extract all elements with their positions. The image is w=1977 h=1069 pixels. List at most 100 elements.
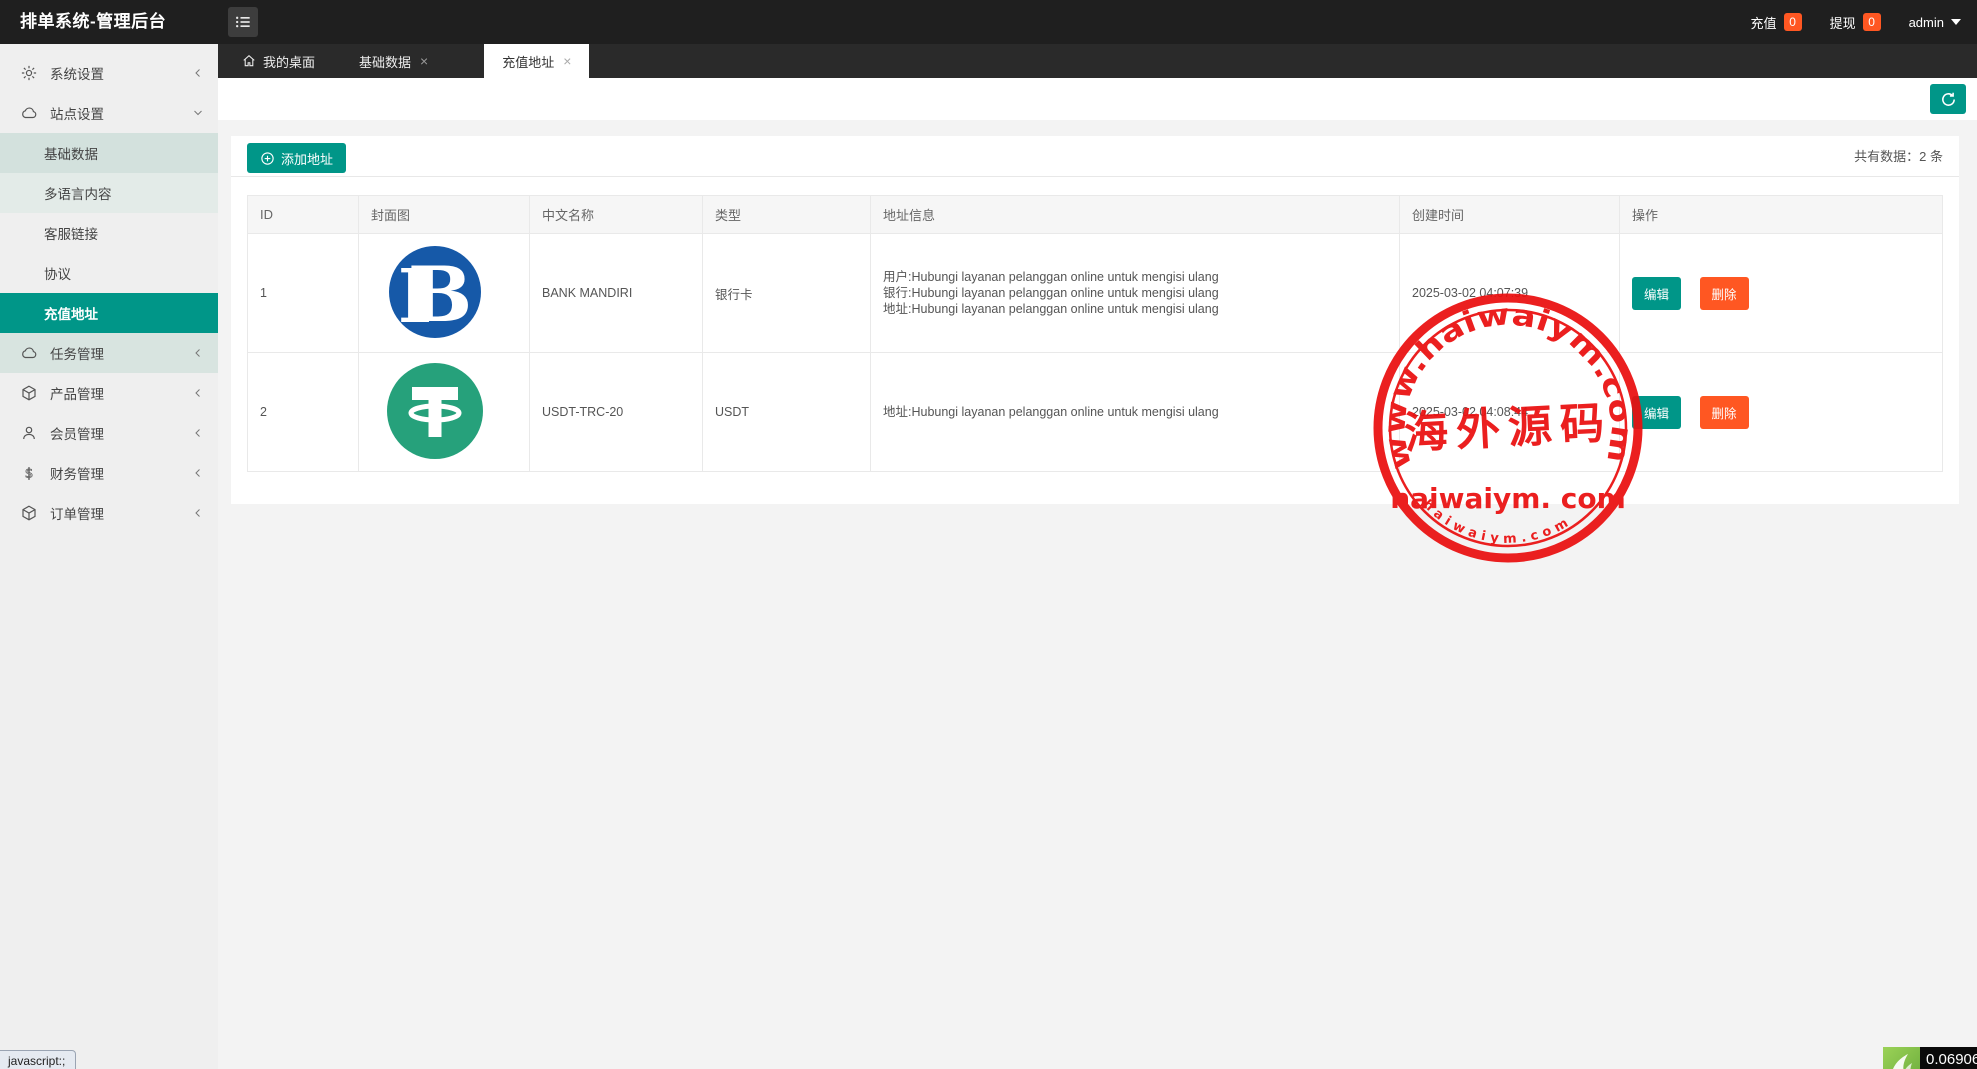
cell-name: BANK MANDIRI [530, 234, 703, 353]
home-icon [242, 54, 256, 68]
cloud-icon [20, 344, 38, 362]
sidebar-item-label: 产品管理 [50, 383, 192, 403]
cell-address: 地址:Hubungi layanan pelanggan online untu… [871, 353, 1400, 472]
top-bar: 排单系统-管理后台 充值 0 提现 0 admin [0, 0, 1977, 44]
sidebar-item-basic-data[interactable]: 基础数据 [0, 133, 218, 173]
username: admin [1909, 15, 1944, 30]
sidebar-item-system-settings[interactable]: 系统设置 [0, 53, 218, 93]
sidebar-item-agreement[interactable]: 协议 [0, 253, 218, 293]
recharge-count-badge: 0 [1784, 13, 1802, 31]
chevron-left-icon [192, 387, 204, 399]
table-row: 1 I B BANK MANDIRI 银行卡 用户:Hubungi layana… [248, 234, 1943, 353]
data-table: ID 封面图 中文名称 类型 地址信息 创建时间 操作 1 I [247, 195, 1943, 472]
chevron-left-icon [192, 67, 204, 79]
tab-my-desktop[interactable]: 我的桌面 [228, 44, 329, 78]
bank-indonesia-logo: I B [385, 242, 485, 342]
flame-icon [1883, 1047, 1920, 1069]
user-icon [20, 424, 38, 442]
refresh-icon [1940, 91, 1957, 108]
close-icon[interactable]: × [563, 54, 571, 68]
col-address: 地址信息 [871, 196, 1400, 234]
sidebar-item-order-management[interactable]: 订单管理 [0, 493, 218, 533]
sidebar-item-finance-management[interactable]: $ 财务管理 [0, 453, 218, 493]
tether-logo [385, 361, 485, 461]
tab-label: 充值地址 [502, 52, 554, 71]
sidebar-item-label: 协议 [44, 263, 71, 283]
cell-created: 2025-03-02 04:08:44 [1400, 353, 1620, 472]
sidebar: 系统设置 站点设置 基础数据 多语言内容 客服链接 协议 充值地址 任务管理 产… [0, 44, 218, 1069]
address-line: 地址:Hubungi layanan pelanggan online untu… [883, 301, 1399, 317]
panel-header: 添加地址 共有数据：2 条 [231, 136, 1959, 177]
cell-cover [359, 353, 530, 472]
cube-icon [20, 504, 38, 522]
toolbar-strip [218, 78, 1977, 120]
withdraw-label: 提现 [1830, 13, 1856, 32]
topbar-right: 充值 0 提现 0 admin [1751, 0, 1961, 44]
chevron-left-icon [192, 507, 204, 519]
sidebar-item-label: 财务管理 [50, 463, 192, 483]
sidebar-item-service-links[interactable]: 客服链接 [0, 213, 218, 253]
cell-cover: I B [359, 234, 530, 353]
sidebar-item-label: 会员管理 [50, 423, 192, 443]
withdraw-count-badge: 0 [1863, 13, 1881, 31]
sidebar-item-label: 系统设置 [50, 63, 192, 83]
svg-text:$: $ [25, 466, 34, 482]
edit-button[interactable]: 编辑 [1632, 277, 1681, 310]
cell-id: 1 [248, 234, 359, 353]
tab-bar: 我的桌面 基础数据 × 充值地址 × [218, 44, 1977, 78]
sidebar-item-recharge-address[interactable]: 充值地址 [0, 293, 218, 333]
delete-button[interactable]: 删除 [1700, 277, 1749, 310]
refresh-button[interactable] [1930, 84, 1966, 114]
sidebar-item-label: 客服链接 [44, 223, 98, 243]
plus-circle-icon [260, 151, 275, 166]
edit-button[interactable]: 编辑 [1632, 396, 1681, 429]
sidebar-item-label: 订单管理 [50, 503, 192, 523]
cell-actions: 编辑 删除 [1620, 234, 1943, 353]
sidebar-item-label: 任务管理 [50, 343, 192, 363]
sidebar-item-label: 多语言内容 [44, 183, 112, 203]
status-link-hint: javascript:; [0, 1050, 76, 1069]
add-address-label: 添加地址 [281, 149, 333, 168]
sidebar-item-site-settings[interactable]: 站点设置 [0, 93, 218, 133]
main-area: 我的桌面 基础数据 × 充值地址 × 添加地址 共有数据：2 条 [218, 44, 1977, 1069]
chevron-left-icon [192, 467, 204, 479]
thinkphp-debug-icon[interactable] [1883, 1047, 1920, 1069]
sidebar-item-label: 站点设置 [50, 103, 192, 123]
col-type: 类型 [703, 196, 871, 234]
app-title: 排单系统-管理后台 [20, 0, 166, 44]
cloud-icon [20, 104, 38, 122]
col-created: 创建时间 [1400, 196, 1620, 234]
col-cover: 封面图 [359, 196, 530, 234]
content-panel: 添加地址 共有数据：2 条 ID 封面图 中文名称 类型 地址信息 创建时间 操… [231, 136, 1959, 504]
total-count-text: 共有数据：2 条 [1854, 136, 1943, 177]
address-line: 地址:Hubungi layanan pelanggan online untu… [883, 404, 1399, 420]
cell-created: 2025-03-02 04:07:39 [1400, 234, 1620, 353]
address-line: 银行:Hubungi layanan pelanggan online untu… [883, 285, 1399, 301]
add-address-button[interactable]: 添加地址 [247, 143, 346, 173]
tab-basic-data[interactable]: 基础数据 × [345, 44, 442, 78]
sidebar-toggle-button[interactable] [228, 7, 258, 37]
chevron-left-icon [192, 427, 204, 439]
recharge-notice[interactable]: 充值 0 [1751, 13, 1802, 32]
dollar-icon: $ [20, 464, 38, 482]
col-id: ID [248, 196, 359, 234]
tab-recharge-address[interactable]: 充值地址 × [484, 44, 589, 78]
user-menu[interactable]: admin [1909, 15, 1961, 30]
address-line: 用户:Hubungi layanan pelanggan online untu… [883, 269, 1399, 285]
withdraw-notice[interactable]: 提现 0 [1830, 13, 1881, 32]
tab-label: 基础数据 [359, 52, 411, 71]
sidebar-item-multilang-content[interactable]: 多语言内容 [0, 173, 218, 213]
cell-name: USDT-TRC-20 [530, 353, 703, 472]
sidebar-item-label: 充值地址 [44, 303, 98, 323]
sidebar-item-product-management[interactable]: 产品管理 [0, 373, 218, 413]
hamburger-icon [233, 12, 253, 32]
sidebar-item-task-management[interactable]: 任务管理 [0, 333, 218, 373]
close-icon[interactable]: × [420, 54, 428, 68]
cell-type: USDT [703, 353, 871, 472]
cell-actions: 编辑 删除 [1620, 353, 1943, 472]
tab-label: 我的桌面 [263, 52, 315, 71]
sidebar-item-member-management[interactable]: 会员管理 [0, 413, 218, 453]
debug-time-badge[interactable]: 0.069064 [1920, 1047, 1977, 1069]
delete-button[interactable]: 删除 [1700, 396, 1749, 429]
cell-type: 银行卡 [703, 234, 871, 353]
